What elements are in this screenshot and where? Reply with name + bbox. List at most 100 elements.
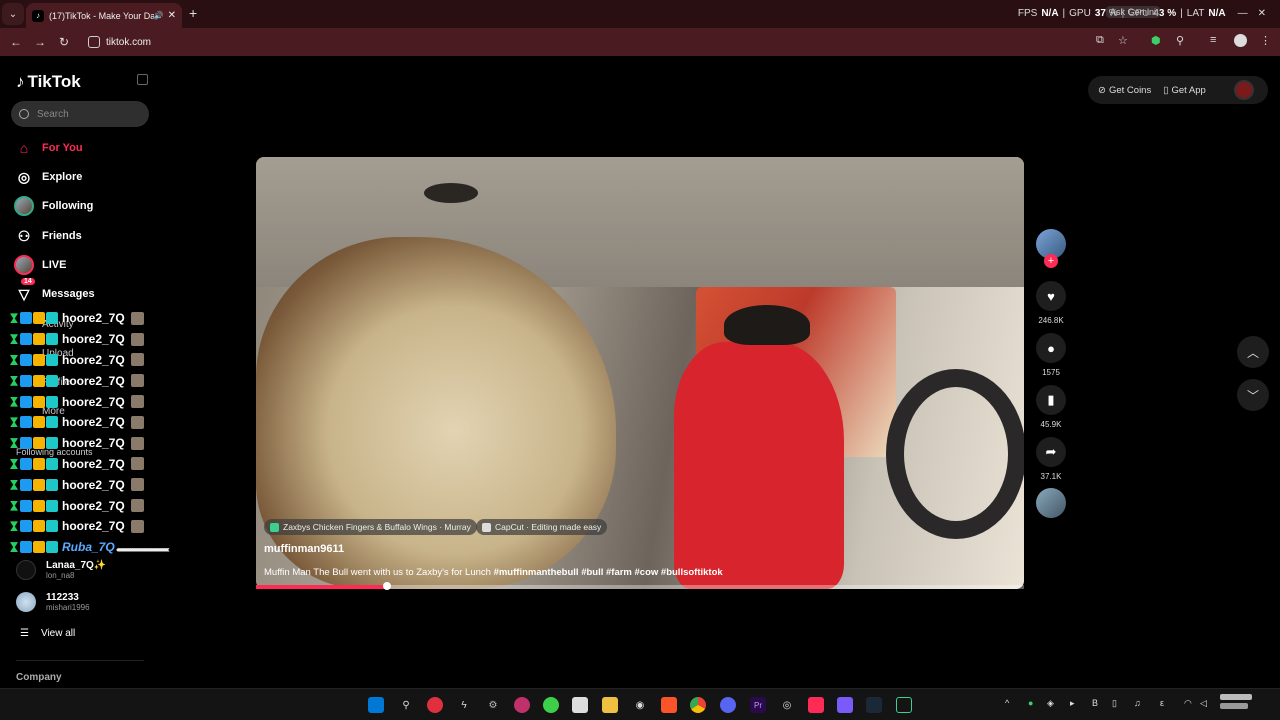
tray-headset-icon[interactable]: ♫	[1134, 698, 1141, 708]
url-field[interactable]: tiktok.com	[82, 31, 1142, 53]
app-terminal-icon[interactable]	[896, 697, 912, 713]
video-progress-bar[interactable]	[256, 585, 1024, 589]
chat-badge-icon	[46, 478, 58, 491]
video-player[interactable]: Zaxbys Chicken Fingers & Buffalo Wings ·…	[256, 157, 1024, 589]
tray-mic-icon[interactable]: ▯	[1112, 698, 1117, 709]
tiktok-logo[interactable]: ♪ TikTok	[16, 72, 81, 92]
comment-count: 1575	[1042, 368, 1060, 377]
phone-icon: ▯	[1163, 84, 1169, 96]
following-avatar-icon	[14, 196, 34, 216]
sidebar-item-friends[interactable]: ⚇ Friends	[14, 226, 82, 246]
account-handle: lon_na8	[46, 571, 75, 580]
user-avatar[interactable]	[1234, 80, 1254, 100]
app-grid-icon[interactable]	[837, 697, 853, 713]
install-app-icon[interactable]: ⧉	[1096, 34, 1104, 47]
video-progress-knob[interactable]	[382, 582, 391, 590]
sidebar-item-label: Friends	[42, 230, 82, 242]
music-disc-avatar[interactable]	[1036, 488, 1066, 518]
avatar	[16, 592, 36, 612]
steam-icon[interactable]	[866, 697, 882, 713]
get-coins-button[interactable]: ⊘ Get Coins	[1098, 85, 1151, 96]
collapse-sidebar-icon[interactable]	[137, 74, 148, 85]
sidebar-item-following[interactable]: Following	[14, 196, 93, 216]
minimize-icon[interactable]: —	[1238, 8, 1248, 19]
next-video-chevron-down-icon[interactable]: ﹀	[1237, 379, 1269, 411]
sidebar-item-for-you[interactable]: ⌂ For You	[14, 138, 83, 158]
compass-icon: ◎	[17, 168, 31, 185]
music-icon	[270, 522, 279, 532]
chat-row: hoore2_7Q	[10, 412, 160, 433]
settings-gear-icon[interactable]: ⚙	[485, 697, 501, 713]
tray-b-icon[interactable]: B	[1092, 698, 1098, 708]
lat-label: LAT	[1186, 8, 1205, 19]
following-account-item[interactable]: 112233 mishari1996	[16, 592, 90, 612]
reload-icon[interactable]: ↻	[52, 35, 76, 49]
chrome-icon[interactable]	[690, 697, 706, 713]
chat-row: hoore2_7Q	[10, 350, 160, 371]
chat-avatar-icon	[130, 395, 144, 409]
sidebar-item-live[interactable]: LIVE	[14, 255, 66, 275]
view-all-link[interactable]: ☰ View all	[20, 628, 75, 639]
app-red-icon[interactable]	[427, 697, 443, 713]
site-info-icon[interactable]	[88, 36, 100, 48]
app-green-icon[interactable]	[543, 697, 559, 713]
file-explorer-icon[interactable]	[602, 697, 618, 713]
tray-green-dot-icon[interactable]: ●	[1028, 698, 1033, 708]
save-button[interactable]: ▮ 45.9K	[1036, 385, 1066, 429]
capcut-chip[interactable]: CapCut · Editing made easy	[476, 519, 608, 535]
url-text: tiktok.com	[106, 36, 152, 48]
get-app-button[interactable]: ▯ Get App	[1163, 85, 1206, 96]
app-steelseries-icon[interactable]: ◉	[632, 697, 648, 713]
chat-badge-icon	[46, 499, 58, 512]
company-link[interactable]: Company	[16, 672, 62, 683]
tray-play-icon[interactable]: ▸	[1070, 698, 1075, 709]
music-chip[interactable]: Zaxbys Chicken Fingers & Buffalo Wings ·…	[264, 519, 477, 535]
extensions-puzzle-icon[interactable]: ⚲	[1176, 34, 1184, 47]
ask-gemini-button[interactable]: Ask Gemini	[1106, 6, 1161, 18]
shield-extension-icon[interactable]: ⬢	[1151, 34, 1161, 47]
close-tab-icon[interactable]: ✕	[168, 10, 176, 21]
previous-video-chevron-up-icon[interactable]: ︿	[1237, 336, 1269, 368]
app-image-icon[interactable]	[572, 697, 588, 713]
close-window-icon[interactable]: ✕	[1258, 8, 1266, 19]
back-icon[interactable]: ←	[4, 35, 28, 49]
comment-button[interactable]: ● 1575	[1036, 333, 1066, 377]
tray-volume-icon[interactable]: ◁	[1200, 698, 1207, 709]
sidebar-item-messages[interactable]: ▽ 14 Messages	[14, 278, 95, 304]
app-wheel-icon[interactable]: ◎	[779, 697, 795, 713]
premiere-icon[interactable]: Pr	[750, 697, 766, 713]
tab-search-chevron-icon[interactable]: ⌄	[2, 3, 24, 25]
tray-wifi-icon[interactable]: ◠	[1184, 698, 1192, 709]
speaker-icon[interactable]: 🔊	[154, 11, 164, 20]
profile-avatar-icon[interactable]	[1234, 34, 1247, 47]
following-account-item[interactable]: Lanaa_7Q✨ lon_na8	[16, 560, 106, 580]
tray-chevron-up-icon[interactable]: ^	[1005, 698, 1009, 708]
like-button[interactable]: ♥ 246.8K	[1036, 281, 1066, 325]
brave-icon[interactable]	[661, 697, 677, 713]
hashtags[interactable]: #muffinmanthebull #bull #farm #cow #bull…	[494, 567, 723, 578]
follow-plus-icon[interactable]: +	[1044, 254, 1058, 268]
app-bolt-icon[interactable]: ϟ	[456, 697, 472, 713]
share-button[interactable]: ➦ 37.1K	[1036, 437, 1066, 481]
menu-kebab-icon[interactable]: ⋮	[1260, 34, 1271, 47]
new-tab-plus-icon[interactable]: +	[189, 5, 197, 21]
tray-network-icon[interactable]: ◈	[1047, 698, 1054, 709]
media-control-icon[interactable]: ≡	[1210, 34, 1216, 46]
system-clock[interactable]	[1220, 694, 1252, 709]
forward-icon[interactable]: →	[28, 35, 52, 49]
sidebar-item-explore[interactable]: ◎ Explore	[14, 167, 82, 187]
app-pink-icon[interactable]	[514, 697, 530, 713]
chat-avatar-icon	[130, 457, 144, 471]
bookmark-star-icon[interactable]: ☆	[1118, 34, 1128, 47]
video-author[interactable]: muffinman9611	[264, 543, 344, 555]
search-icon[interactable]: ⚲	[398, 697, 414, 713]
chat-badge-icon	[20, 499, 32, 512]
windows-start-icon[interactable]	[368, 697, 384, 713]
browser-tab[interactable]: ♪ (17)TikTok - Make Your Day 🔊 ✕	[26, 3, 182, 28]
tiktok-taskbar-icon[interactable]	[808, 697, 824, 713]
save-count: 45.9K	[1040, 420, 1062, 429]
discord-icon[interactable]	[720, 697, 736, 713]
search-input[interactable]: Search	[11, 101, 149, 127]
chat-badge-icon	[46, 541, 58, 554]
tray-language-icon[interactable]: ε	[1160, 698, 1164, 708]
